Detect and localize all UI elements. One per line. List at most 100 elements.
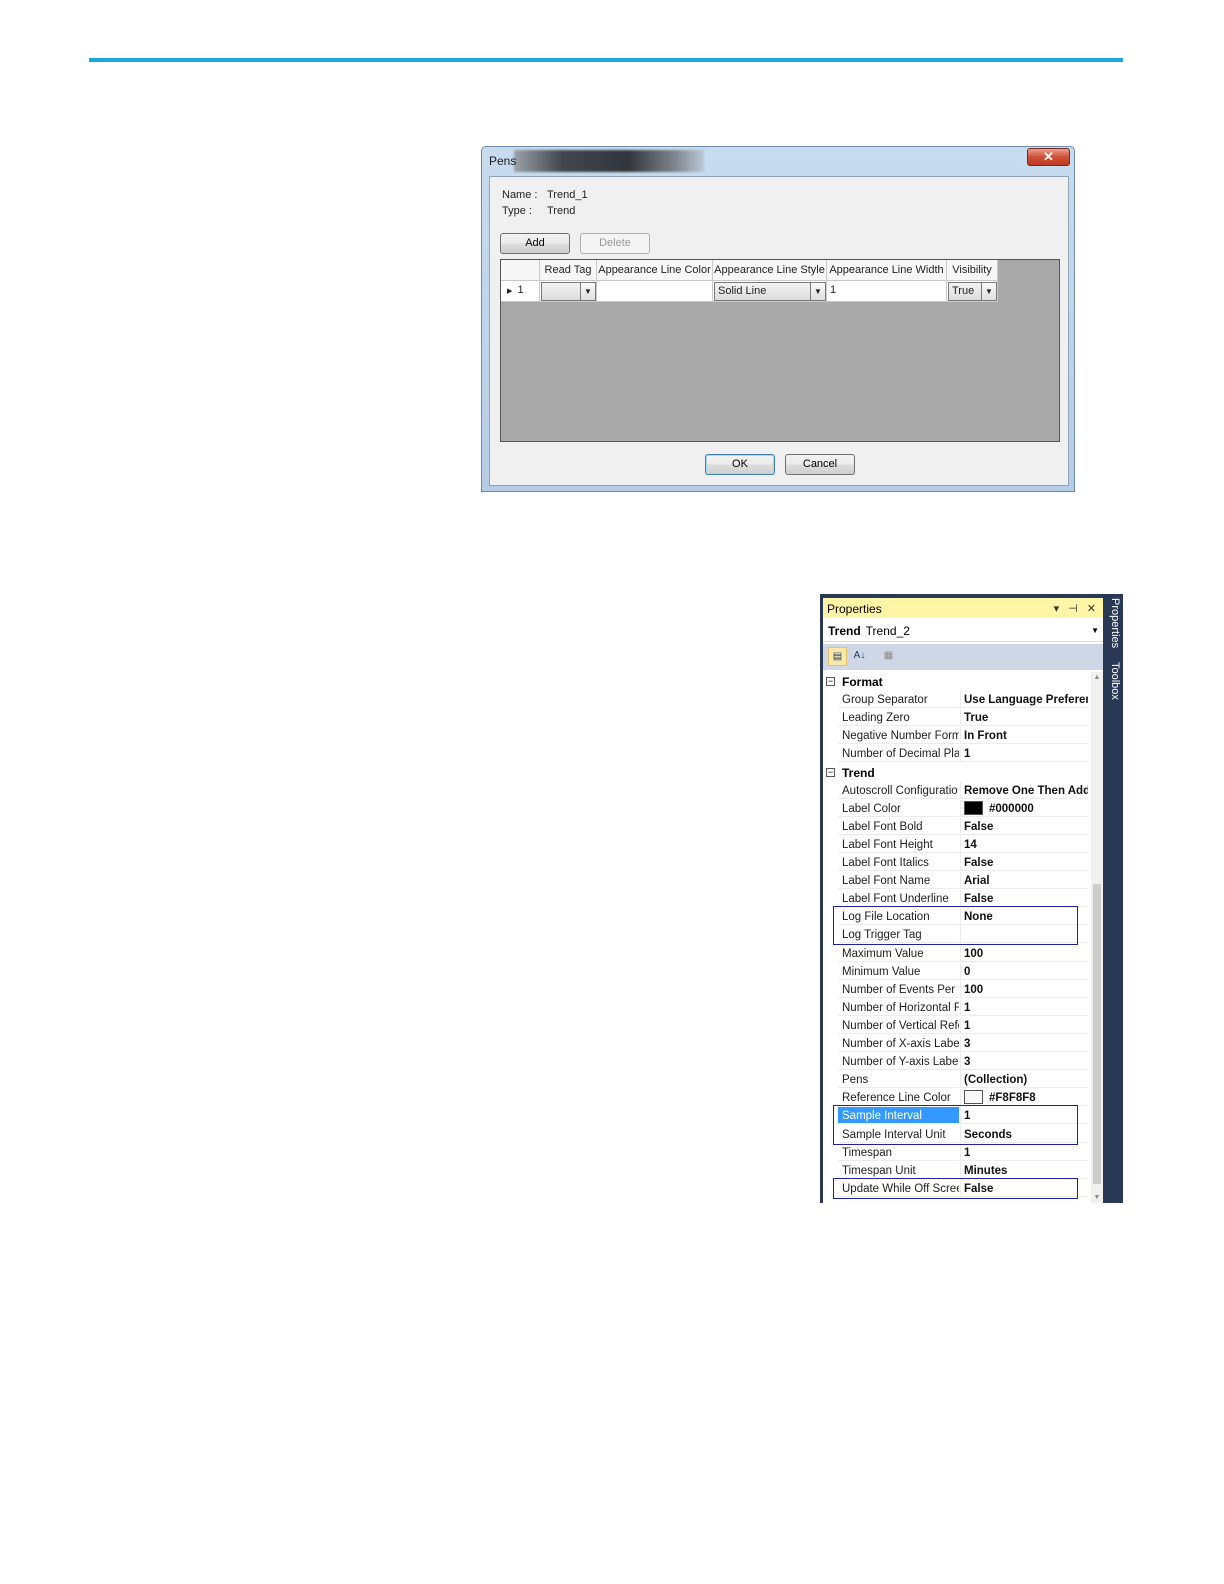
property-value[interactable]: #F8F8F8 [960, 1089, 1088, 1107]
property-name[interactable]: Label Font Underline [838, 890, 959, 908]
property-name[interactable]: Number of Events Per F [838, 981, 959, 998]
property-row[interactable]: Number of Decimal Pla 1 [823, 745, 1088, 763]
property-value[interactable]: Use Language Preferen [960, 691, 1088, 709]
property-name[interactable]: Number of X-axis Label [838, 1035, 959, 1052]
visibility-combo[interactable]: True ▼ [948, 282, 997, 301]
property-value[interactable]: (Collection) [960, 1071, 1088, 1089]
tab-toolbox[interactable]: Toolbox [1105, 662, 1121, 700]
property-row[interactable]: Leading Zero True [823, 709, 1088, 727]
property-name[interactable]: Label Font Italics [838, 854, 959, 871]
chevron-down-icon[interactable]: ▼ [1091, 620, 1099, 642]
line-color-cell[interactable] [597, 281, 713, 302]
category-trend[interactable]: − Trend [823, 764, 1088, 782]
property-value[interactable]: Minutes [960, 1161, 1088, 1179]
dropdown-arrow-icon[interactable]: ▼ [981, 283, 996, 300]
read-tag-cell[interactable]: ▼ [540, 281, 597, 302]
property-value[interactable]: 100 [960, 944, 1088, 962]
property-value[interactable]: True [960, 709, 1088, 727]
property-name[interactable]: Number of Y-axis Label [838, 1053, 959, 1071]
property-value[interactable]: 14 [960, 835, 1088, 853]
property-name[interactable]: Reference Line Color [838, 1089, 959, 1107]
property-name[interactable]: Negative Number Form [838, 727, 959, 745]
property-name[interactable]: Group Separator [838, 691, 959, 709]
line-width-cell[interactable]: 1 [827, 281, 947, 302]
property-name[interactable]: Timespan Unit [838, 1162, 959, 1179]
collapse-icon[interactable]: − [826, 677, 835, 686]
property-pages-icon[interactable]: ▦ [879, 647, 898, 666]
dropdown-arrow-icon[interactable]: ▼ [810, 283, 825, 300]
property-name[interactable]: Timespan [838, 1144, 959, 1161]
property-value[interactable]: 1 [960, 1143, 1088, 1161]
property-name[interactable]: Number of Vertical Refe [838, 1017, 959, 1034]
tab-properties[interactable]: Properties [1105, 598, 1121, 648]
collapse-icon[interactable]: − [826, 767, 835, 777]
property-row[interactable]: Timespan 1 [823, 1143, 1088, 1162]
dropdown-arrow-icon[interactable]: ▼ [580, 283, 595, 300]
property-value[interactable]: 1 [960, 998, 1088, 1016]
property-row[interactable]: Maximum Value 100 [823, 944, 1088, 963]
property-value[interactable]: 100 [960, 980, 1088, 998]
property-value[interactable]: 3 [960, 1035, 1088, 1052]
add-button[interactable]: Add [500, 233, 570, 254]
category-format[interactable]: − Format [823, 673, 1088, 691]
property-name[interactable]: Label Font Bold [838, 818, 959, 835]
property-row[interactable]: Label Font Height 14 [823, 835, 1088, 854]
property-value[interactable]: Remove One Then Add [960, 781, 1088, 799]
line-style-combo[interactable]: Solid Line ▼ [714, 282, 826, 301]
property-row[interactable]: Minimum Value 0 [823, 962, 1088, 981]
column-header-read-tag[interactable]: Read Tag [540, 260, 597, 281]
visibility-cell[interactable]: True ▼ [947, 281, 998, 302]
column-header-line-width[interactable]: Appearance Line Width [827, 260, 947, 281]
property-name[interactable]: Number of Horizontal F [838, 999, 959, 1016]
cancel-button[interactable]: Cancel [785, 454, 855, 475]
panel-window-icons[interactable]: ▾ ⊣ ✕ [1054, 598, 1099, 620]
property-name[interactable]: Label Font Name [838, 872, 959, 890]
property-row[interactable]: Group Separator Use Language Preferen [823, 691, 1088, 709]
property-row[interactable]: Number of Events Per F 100 [823, 980, 1088, 999]
property-value[interactable]: #000000 [960, 799, 1088, 817]
property-name[interactable]: Leading Zero [838, 709, 959, 727]
read-tag-combo[interactable]: ▼ [541, 282, 596, 301]
property-name[interactable]: Pens [838, 1071, 959, 1089]
column-header-visibility[interactable]: Visibility [947, 260, 998, 281]
property-value[interactable]: 1 [960, 1016, 1088, 1034]
property-row[interactable]: Autoscroll Configuratio Remove One Then A… [823, 781, 1088, 800]
property-row[interactable]: Label Font Name Arial [823, 872, 1088, 890]
property-row[interactable]: Label Color #000000 [823, 799, 1088, 818]
property-row[interactable]: Number of X-axis Label 3 [823, 1035, 1088, 1053]
property-row[interactable]: Negative Number Form In Front [823, 727, 1088, 745]
property-value[interactable]: 1 [960, 745, 1088, 763]
property-name[interactable]: Minimum Value [838, 963, 959, 980]
property-name[interactable]: Label Font Height [838, 836, 959, 853]
property-value[interactable]: In Front [960, 727, 1088, 745]
property-value[interactable]: 0 [960, 962, 1088, 980]
property-row[interactable]: Label Font Bold False [823, 817, 1088, 836]
scroll-down-icon[interactable]: ▼ [1091, 1194, 1103, 1201]
row-indicator[interactable]: ▶ 1 [501, 281, 540, 302]
property-row[interactable]: Number of Horizontal F 1 [823, 998, 1088, 1017]
ok-button[interactable]: OK [705, 454, 775, 475]
close-button[interactable]: ✕ [1027, 148, 1070, 166]
property-value[interactable]: False [960, 890, 1088, 908]
properties-scrollbar[interactable]: ▲ ▼ [1091, 672, 1103, 1203]
column-header-line-style[interactable]: Appearance Line Style [713, 260, 827, 281]
property-value[interactable]: False [960, 817, 1088, 835]
property-row[interactable]: Number of Y-axis Label 3 [823, 1053, 1088, 1071]
line-style-cell[interactable]: Solid Line ▼ [713, 281, 827, 302]
property-name[interactable]: Autoscroll Configuratio [838, 782, 959, 799]
scroll-up-icon[interactable]: ▲ [1091, 674, 1103, 681]
property-value[interactable]: False [960, 854, 1088, 871]
alphabetical-sort-icon[interactable]: A↓ [850, 647, 869, 666]
property-row[interactable]: Pens (Collection) [823, 1071, 1088, 1089]
property-row[interactable]: Label Font Italics False [823, 854, 1088, 872]
property-name[interactable]: Maximum Value [838, 945, 959, 962]
delete-button[interactable]: Delete [580, 233, 650, 254]
categorized-icon[interactable]: ▤ [828, 647, 847, 666]
property-value[interactable]: Arial [960, 872, 1088, 890]
property-value[interactable]: 3 [960, 1053, 1088, 1071]
column-header-line-color[interactable]: Appearance Line Color [597, 260, 713, 281]
property-name[interactable]: Number of Decimal Pla [838, 745, 959, 763]
property-name[interactable]: Label Color [838, 800, 959, 817]
object-selector[interactable]: Trend Trend_2 ▼ [823, 620, 1103, 642]
property-row[interactable]: Number of Vertical Refe 1 [823, 1016, 1088, 1035]
